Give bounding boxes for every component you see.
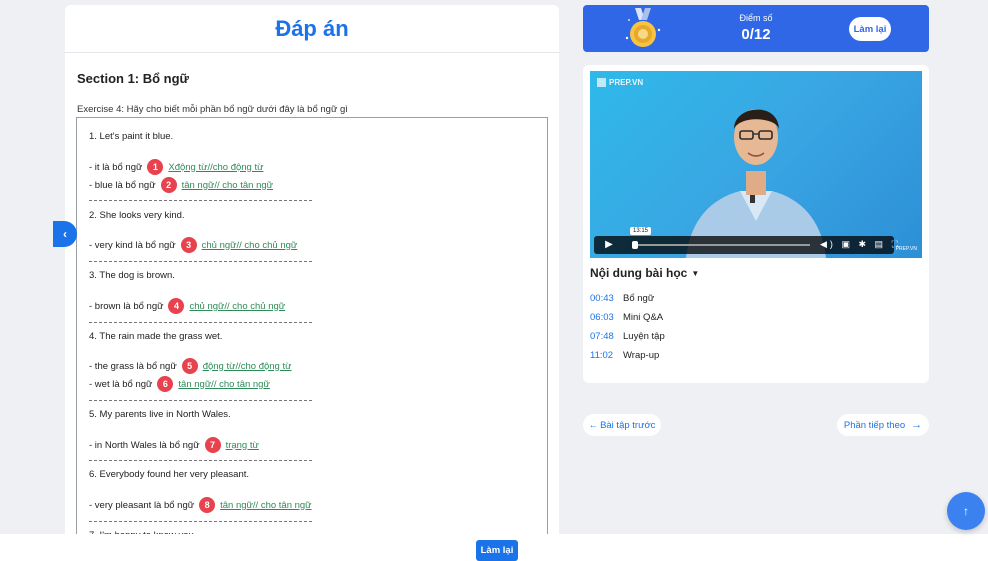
question-2: 2. She looks very kind. [89, 210, 185, 221]
toc-time[interactable]: 07:48 [590, 331, 623, 342]
answer-number-badge: 2 [160, 177, 177, 193]
question-6: 6. Everybody found her very pleasant. [89, 469, 250, 480]
question-3: 3. The dog is brown. [89, 270, 175, 281]
answer-number-badge: 1 [147, 159, 164, 175]
answer-text: tân ngữ// cho tân ngữ [181, 179, 273, 191]
captions-icon[interactable]: ▣ [841, 239, 853, 249]
volume-icon[interactable]: ◀) [820, 239, 836, 249]
section-title: Section 1: Bổ ngữ [77, 71, 189, 86]
divider [89, 261, 312, 262]
answer-line: - wet là bổ ngữ 6 tân ngữ// cho tân ngữ [89, 376, 270, 392]
answer-prefix: - it là bổ ngữ [89, 161, 143, 173]
video-control-icons[interactable]: ◀) ▣ ✱ ▤ ⛶ [820, 239, 901, 250]
panel-title: Đáp án [65, 5, 559, 53]
next-section-button[interactable]: Phần tiếp theo → [837, 414, 929, 436]
divider [89, 400, 312, 401]
video-logo-text: PREP.VN [609, 78, 644, 87]
video-progress-bar[interactable] [634, 244, 810, 246]
medal-icon [625, 8, 661, 47]
answer-line: - the grass là bổ ngữ 5 động từ//cho độn… [89, 358, 291, 374]
answer-prefix: - very kind là bổ ngữ [89, 239, 176, 251]
answer-prefix: - in North Wales là bổ ngữ [89, 439, 200, 451]
answers-panel: Đáp án Section 1: Bổ ngữ Exercise 4: Hãy… [65, 5, 559, 545]
arrow-left-icon: ← [588, 419, 599, 431]
score-bar: Điểm số 0/12 Làm lại [583, 5, 929, 52]
answer-prefix: - the grass là bổ ngữ [89, 360, 177, 372]
lesson-title-text: Nội dung bài học [590, 266, 688, 280]
answer-text: tân ngữ// cho tân ngữ [220, 499, 312, 511]
arrow-up-icon: ↑ [963, 504, 969, 518]
video-time-tooltip: 13:15 [630, 227, 652, 235]
toc-time[interactable]: 11:02 [590, 350, 623, 361]
divider [89, 521, 312, 522]
answer-number-badge: 4 [168, 298, 185, 314]
answer-line: - very pleasant là bổ ngữ 8 tân ngữ// ch… [89, 497, 312, 513]
exercise-title: Exercise 4: Hãy cho biết mỗi phần bổ ngữ… [77, 104, 348, 115]
page: Đáp án Section 1: Bổ ngữ Exercise 4: Hãy… [0, 0, 988, 561]
divider [89, 322, 312, 323]
question-4: 4. The rain made the grass wet. [89, 331, 223, 342]
answer-prefix: - blue là bổ ngữ [89, 179, 156, 191]
answer-line: - brown là bổ ngữ 4 chủ ngữ// cho chủ ng… [89, 298, 285, 314]
caret-down-icon: ▼ [691, 268, 700, 278]
pip-icon[interactable]: ▤ [875, 239, 887, 249]
answer-line: - in North Wales là bổ ngữ 7 trạng từ [89, 437, 259, 453]
question-5: 5. My parents live in North Wales. [89, 409, 231, 420]
retry-button[interactable]: Làm lại [849, 17, 891, 41]
lesson-title[interactable]: Nội dung bài học ▼ [590, 266, 699, 280]
answer-text: động từ//cho động từ [202, 360, 292, 372]
score-value: 0/12 [741, 26, 771, 43]
answer-text: trạng từ [225, 439, 259, 451]
video-player[interactable]: PREP.VN 13:15 ▶ ◀) ▣ ✱ ▤ ⛶ PREP.VN [590, 71, 922, 258]
answer-text: chủ ngữ// cho chủ ngữ [201, 239, 298, 251]
question-1: 1. Let's paint it blue. [89, 131, 174, 142]
next-section-label: Phần tiếp theo [843, 419, 906, 431]
previous-exercise-label: Bài tập trước [600, 419, 656, 431]
answer-number-badge: 7 [204, 437, 221, 453]
prep-logo-icon [597, 78, 606, 87]
answer-number-badge: 6 [157, 376, 174, 392]
previous-exercise-button[interactable]: ← Bài tập trước [583, 414, 661, 436]
chevron-left-icon: ‹ [63, 227, 67, 241]
divider [89, 460, 312, 461]
answer-line: - it là bổ ngữ 1 Xđộng từ//cho động từ [89, 159, 263, 175]
settings-icon[interactable]: ✱ [858, 239, 869, 249]
toc-item[interactable]: 11:02 Wrap-up [590, 346, 665, 365]
toc-time[interactable]: 00:43 [590, 293, 623, 304]
answer-number-badge: 8 [199, 497, 216, 513]
bottom-retry-button[interactable]: Làm lại [476, 540, 518, 561]
toc-label: Luyện tập [623, 331, 665, 342]
answer-text: Xđộng từ//cho động từ [168, 161, 264, 173]
answer-box[interactable]: 1. Let's paint it blue. - it là bổ ngữ 1… [76, 117, 548, 545]
answer-text: chủ ngữ// cho chủ ngữ [189, 300, 286, 312]
divider [89, 200, 312, 201]
toc-label: Wrap-up [623, 350, 660, 361]
answer-line: - blue là bổ ngữ 2 tân ngữ// cho tân ngữ [89, 177, 273, 193]
toc-item[interactable]: 07:48 Luyện tập [590, 327, 665, 346]
toc-label: Mini Q&A [623, 312, 664, 323]
play-icon[interactable]: ▶ [598, 239, 620, 251]
video-brand: PREP.VN [895, 246, 917, 252]
arrow-right-icon: → [911, 419, 923, 431]
answer-line: - very kind là bổ ngữ 3 chủ ngữ// cho ch… [89, 237, 297, 253]
toc-item[interactable]: 00:43 Bổ ngữ [590, 289, 665, 308]
video-card: PREP.VN 13:15 ▶ ◀) ▣ ✱ ▤ ⛶ PREP.VN Nội d… [583, 65, 929, 383]
scroll-to-top-button[interactable]: ↑ [947, 492, 985, 530]
video-progress-knob[interactable] [632, 241, 638, 249]
answer-number-badge: 3 [180, 237, 197, 253]
toc-item[interactable]: 06:03 Mini Q&A [590, 308, 665, 327]
answer-prefix: - very pleasant là bổ ngữ [89, 499, 195, 511]
answer-text: tân ngữ// cho tân ngữ [178, 378, 270, 390]
toc-label: Bổ ngữ [623, 293, 655, 304]
video-logo: PREP.VN [597, 78, 643, 87]
score-label: Điểm số [739, 13, 773, 23]
video-controls: ▶ ◀) ▣ ✱ ▤ ⛶ [594, 236, 898, 254]
answer-number-badge: 5 [181, 358, 198, 374]
lesson-toc: 00:43 Bổ ngữ 06:03 Mini Q&A 07:48 Luyện … [590, 289, 665, 365]
answer-prefix: - brown là bổ ngữ [89, 300, 164, 312]
toc-time[interactable]: 06:03 [590, 312, 623, 323]
answer-prefix: - wet là bổ ngữ [89, 378, 153, 390]
